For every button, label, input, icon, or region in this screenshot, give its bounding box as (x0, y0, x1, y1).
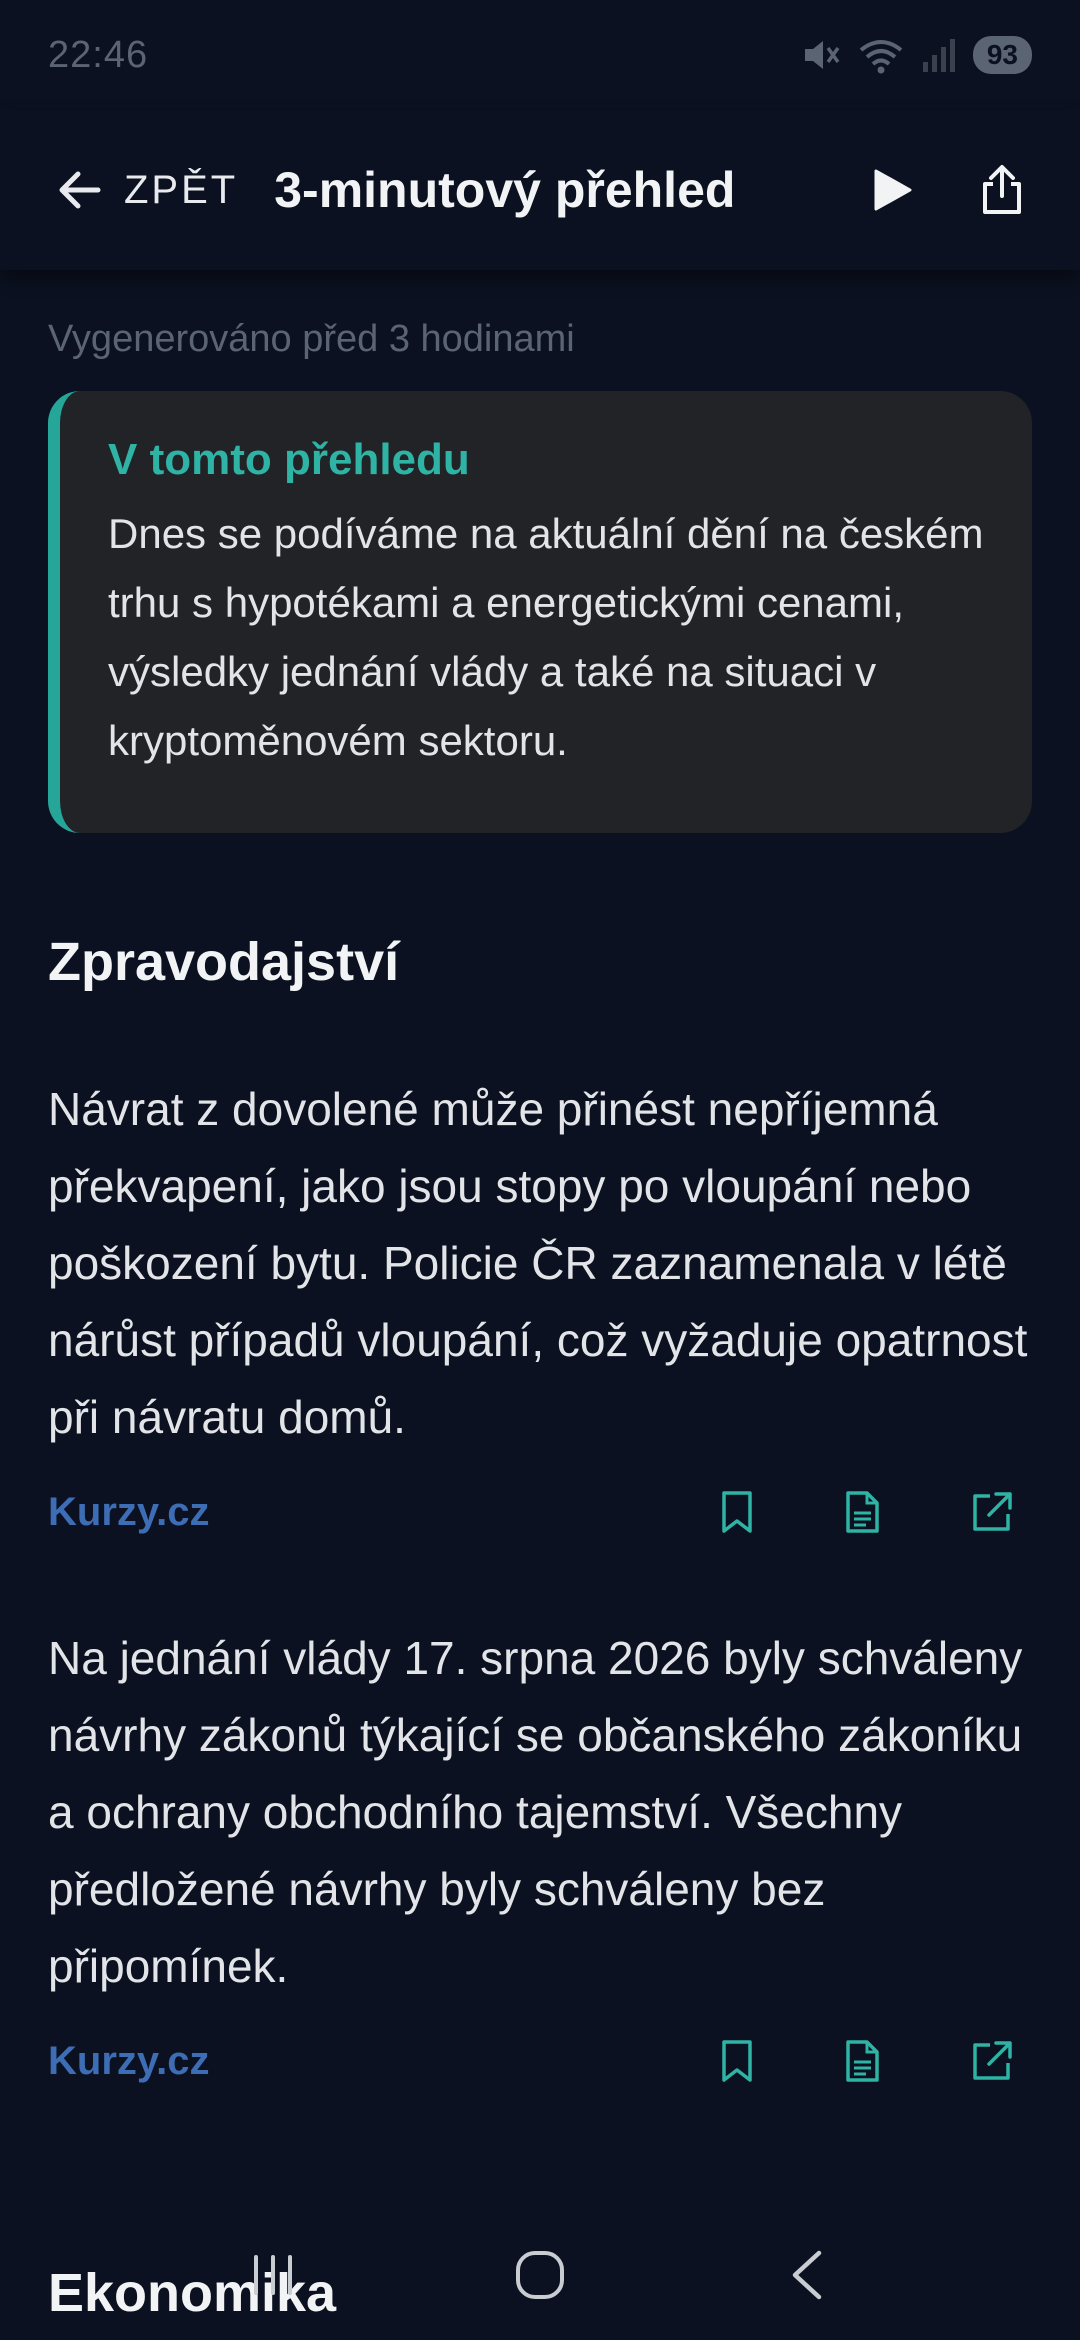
external-link-icon (973, 1492, 1012, 1531)
open-external-button[interactable] (970, 1490, 1014, 1534)
article-source-link[interactable]: Kurzy.cz (48, 2039, 210, 2084)
bookmark-button[interactable] (720, 2039, 754, 2083)
page-title: 3-minutový přehled (274, 162, 736, 218)
bookmark-button[interactable] (720, 1490, 754, 1534)
app-header: ZPĚT 3-minutový přehled (0, 110, 1080, 270)
battery-indicator: 93 (972, 36, 1032, 74)
back-button[interactable]: ZPĚT (56, 168, 238, 213)
bookmark-icon (722, 1491, 752, 1533)
summary-text: Dnes se podíváme na aktuální dění na čes… (108, 510, 984, 764)
open-external-button[interactable] (970, 2039, 1014, 2083)
signal-icon (922, 39, 955, 72)
article-text: Na jednání vlády 17. srpna 2026 byly sch… (48, 1632, 1023, 1992)
play-icon (874, 169, 912, 211)
recent-apps-button[interactable] (213, 2225, 333, 2325)
wifi-icon (859, 40, 903, 74)
article-actions (720, 2039, 1014, 2083)
header-actions (872, 164, 1024, 216)
section-heading-news: Zpravodajství (48, 932, 400, 992)
share-button[interactable] (980, 164, 1024, 216)
status-bar: 22:46 93 (0, 0, 1080, 110)
generated-note: Vygenerováno před 3 hodinami (48, 318, 575, 360)
mute-icon (804, 41, 840, 69)
article-item: Na jednání vlády 17. srpna 2026 byly sch… (48, 1620, 1032, 2091)
document-icon (846, 1491, 879, 1533)
article-item: Návrat z dovolené může přinést nepříjemn… (48, 1071, 1032, 1542)
recent-apps-icon (254, 2255, 293, 2295)
summary-card: V tomto přehledu Dnes se podíváme na akt… (48, 391, 1032, 833)
content: Vygenerováno před 3 hodinami V tomto pře… (0, 270, 1080, 2091)
status-time: 22:46 (48, 33, 149, 76)
bookmark-icon (722, 2040, 752, 2082)
document-icon (846, 2040, 879, 2082)
system-nav-bar (0, 2210, 1080, 2340)
arrow-left-icon (59, 171, 101, 209)
play-button[interactable] (872, 168, 912, 212)
back-label: ZPĚT (124, 167, 239, 212)
home-icon (515, 2251, 564, 2299)
article-footer: Kurzy.cz (48, 1482, 1032, 1542)
article-actions (720, 1490, 1014, 1534)
system-back-button[interactable] (747, 2225, 867, 2325)
share-icon (983, 165, 1021, 214)
status-icons: 93 (801, 36, 1032, 74)
chevron-left-icon (792, 2250, 821, 2300)
external-link-icon (973, 2041, 1012, 2080)
summary-title: V tomto přehledu (108, 435, 470, 484)
summary-document-button[interactable] (844, 1490, 880, 1534)
summary-document-button[interactable] (844, 2039, 880, 2083)
home-button[interactable] (480, 2225, 600, 2325)
article-footer: Kurzy.cz (48, 2031, 1032, 2091)
article-source-link[interactable]: Kurzy.cz (48, 1490, 210, 1535)
article-text: Návrat z dovolené může přinést nepříjemn… (48, 1083, 1028, 1443)
